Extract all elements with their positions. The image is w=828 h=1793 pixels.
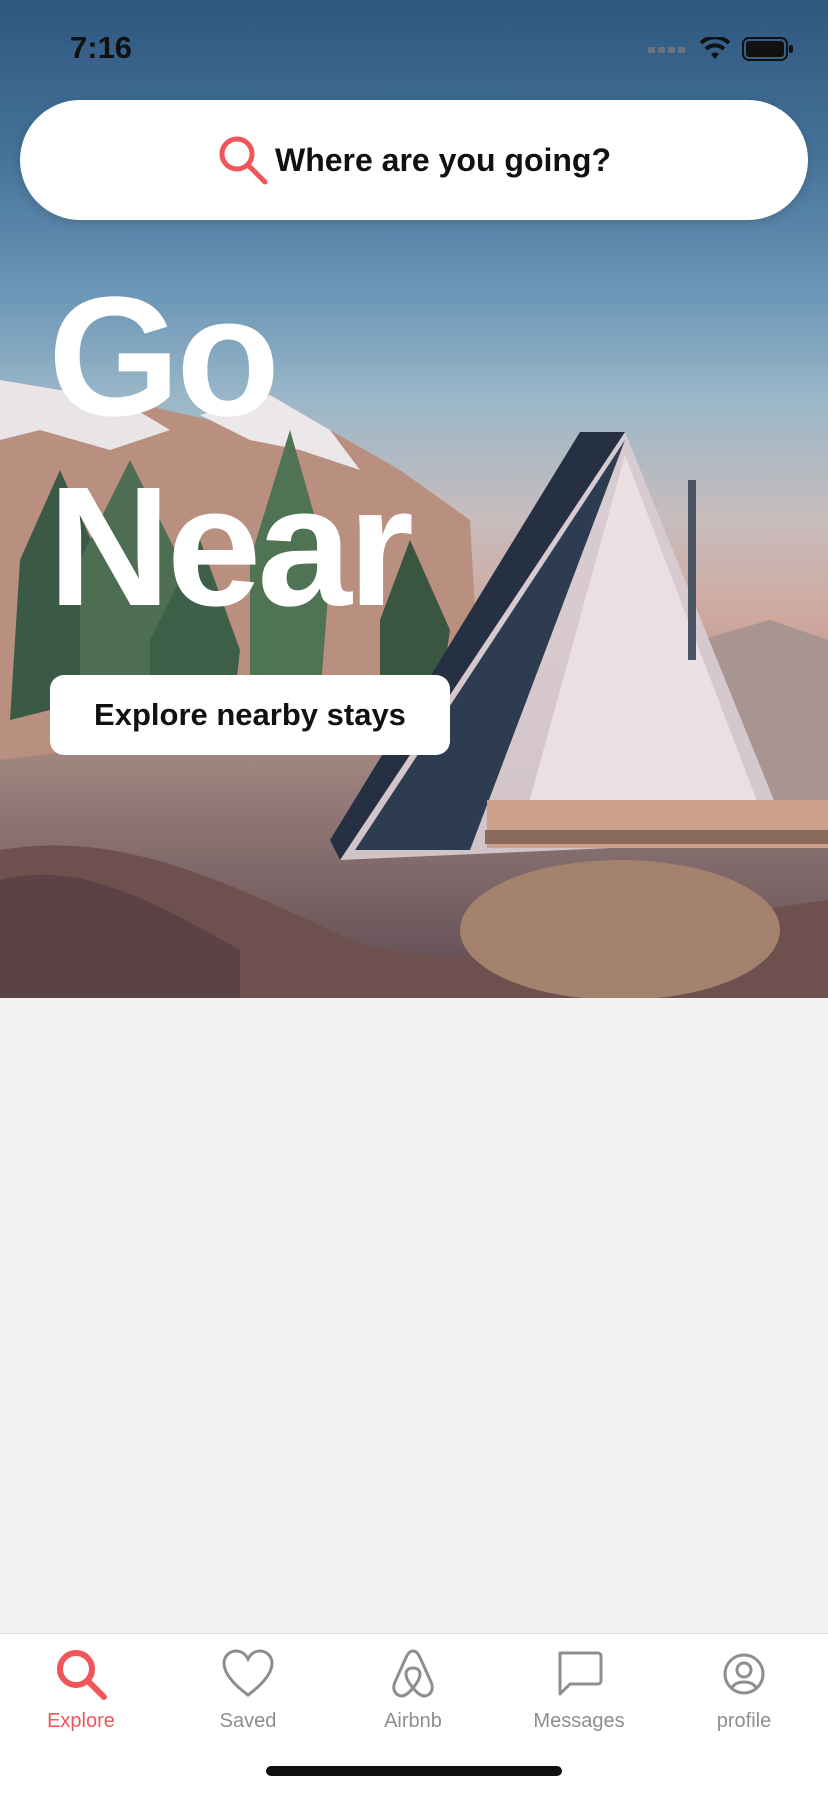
battery-icon (742, 37, 793, 61)
hero-banner: 7:16 Where are you going? Go Near Explor… (0, 0, 828, 998)
status-time: 7:16 (70, 30, 133, 65)
tab-explore[interactable]: Explore (6, 1644, 156, 1744)
tab-explore-label: Explore (47, 1710, 115, 1732)
heart-icon (222, 1649, 274, 1697)
tab-messages[interactable]: Messages (504, 1644, 654, 1744)
message-icon (558, 1651, 603, 1696)
home-indicator (266, 1766, 562, 1776)
tab-saved[interactable]: Saved (173, 1644, 323, 1744)
hero-title-line1: Go (48, 262, 280, 452)
tab-airbnb-label: Airbnb (384, 1710, 442, 1732)
status-icons (648, 36, 794, 62)
search-bar[interactable]: Where are you going? (20, 100, 808, 220)
search-icon (219, 136, 268, 185)
search-icon (57, 1650, 107, 1700)
signal-icon (648, 47, 685, 53)
hero-title-line2: Near (48, 452, 414, 642)
search-placeholder: Where are you going? (274, 141, 612, 178)
tab-profile-label: profile (716, 1710, 772, 1732)
airbnb-logo-icon (392, 1649, 434, 1698)
hero-title: Go Near (48, 262, 414, 642)
tab-profile[interactable]: profile (669, 1644, 819, 1744)
tab-messages-label: Messages (533, 1710, 625, 1732)
tab-airbnb[interactable]: Airbnb (338, 1644, 488, 1744)
explore-nearby-stays-button[interactable]: Explore nearby stays (50, 675, 450, 755)
profile-icon (723, 1653, 765, 1695)
tab-saved-label: Saved (219, 1710, 277, 1732)
wifi-icon (700, 37, 730, 59)
